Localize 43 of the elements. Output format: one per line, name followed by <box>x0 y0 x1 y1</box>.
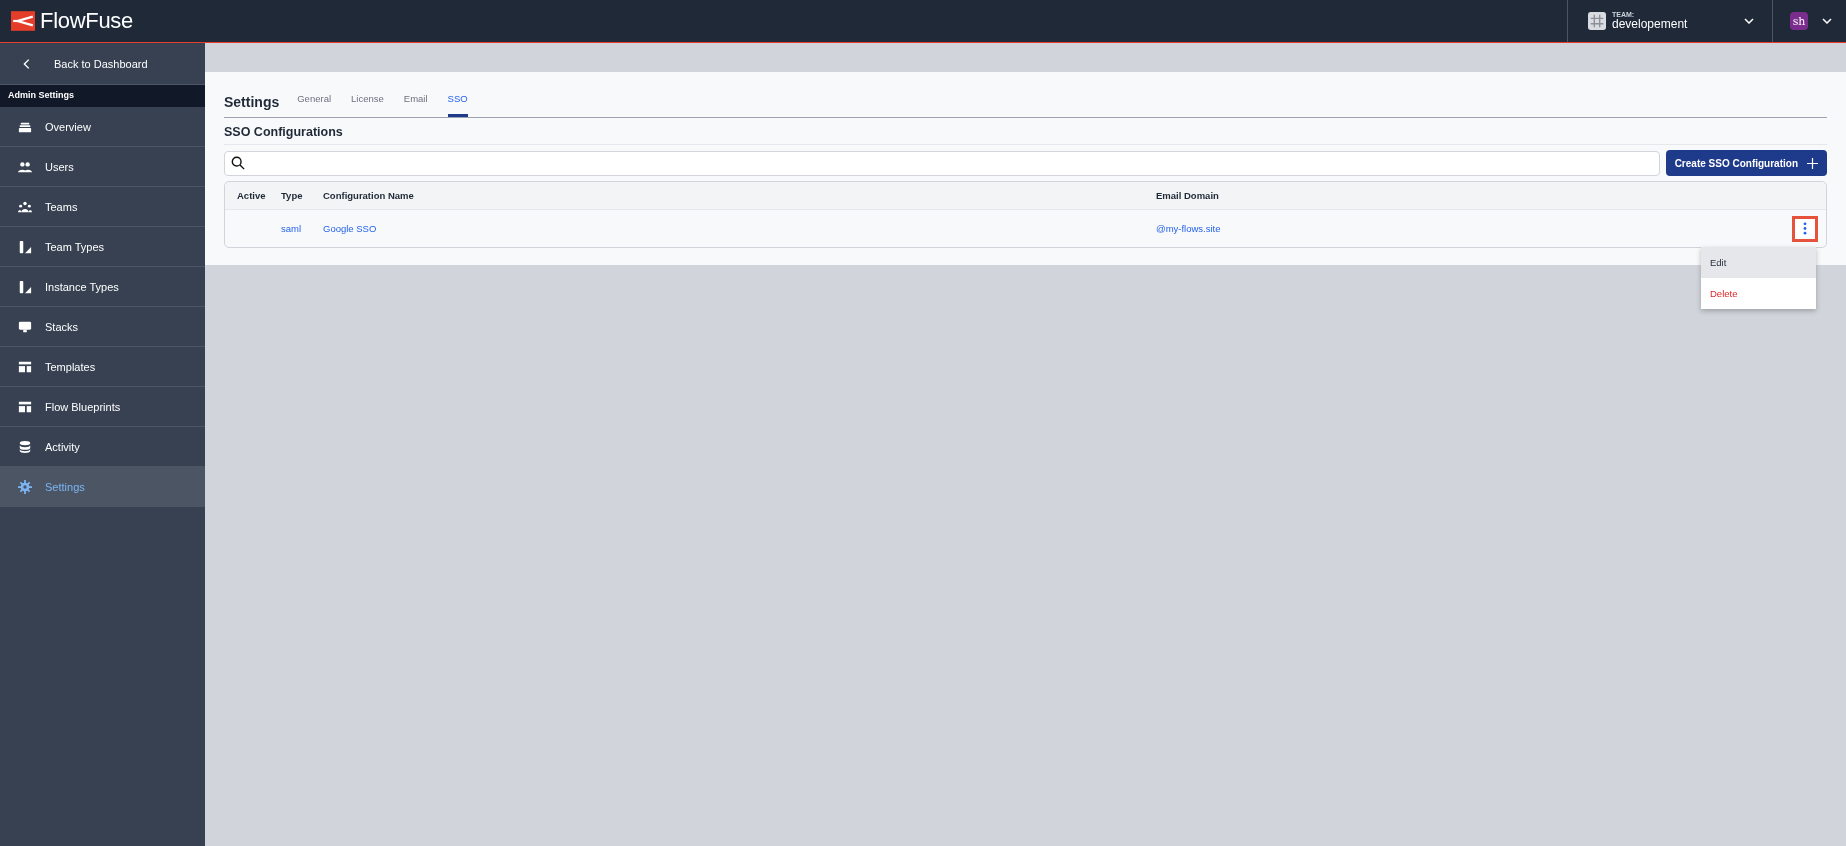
menu-item[interactable]: Edit <box>1701 246 1816 278</box>
menu-item[interactable]: Delete <box>1701 277 1816 309</box>
section-title: SSO Configurations <box>224 118 1827 145</box>
shapes-icon <box>18 239 32 254</box>
sidebar-item[interactable]: Flow Blueprints <box>0 387 205 427</box>
kebab-icon <box>1803 222 1807 235</box>
create-button[interactable]: Create SSO Configuration <box>1665 150 1827 176</box>
logo-icon <box>11 11 35 31</box>
sidebar-item[interactable]: Stacks <box>0 307 205 347</box>
search-icon <box>231 156 245 170</box>
tab[interactable]: License <box>351 93 384 117</box>
section-heading: Admin Settings <box>0 85 205 107</box>
table-cell-text: saml <box>281 223 303 234</box>
settings-icon <box>18 479 32 494</box>
layout-icon <box>18 359 32 374</box>
search-field[interactable] <box>224 150 1660 176</box>
sidebar-item[interactable]: Templates <box>0 347 205 387</box>
user-avatar: sh <box>1790 12 1808 30</box>
chevron-down-icon <box>1744 18 1754 24</box>
tab[interactable]: SSO <box>447 93 468 117</box>
users-icon <box>18 159 32 174</box>
database-icon <box>18 439 32 454</box>
layout-icon <box>18 399 32 414</box>
column-header: Configuration Name <box>323 190 415 201</box>
table-cell-text: @my-flows.site <box>1156 223 1222 234</box>
sidebar-item[interactable]: Instance Types <box>0 267 205 307</box>
page-title: Settings <box>224 94 280 110</box>
chevron-down-icon <box>1822 18 1832 24</box>
logo-text: FlowFuse <box>40 8 133 34</box>
tab[interactable]: Email <box>403 93 428 117</box>
more-options-button[interactable] <box>1792 215 1818 242</box>
monitor-icon <box>18 319 32 334</box>
team-icon <box>1588 12 1606 30</box>
group-icon <box>18 199 32 214</box>
plus-icon <box>1807 157 1818 169</box>
column-header: Active <box>236 190 267 201</box>
table-cell-text: Google SSO <box>323 223 378 234</box>
column-header: Email Domain <box>1156 190 1220 201</box>
shapes-icon <box>18 279 32 294</box>
column-header: Type <box>281 190 304 201</box>
user-menu[interactable]: sh <box>1773 0 1846 42</box>
sidebar-item[interactable]: Settings <box>0 467 205 507</box>
tab[interactable]: General <box>297 93 332 117</box>
